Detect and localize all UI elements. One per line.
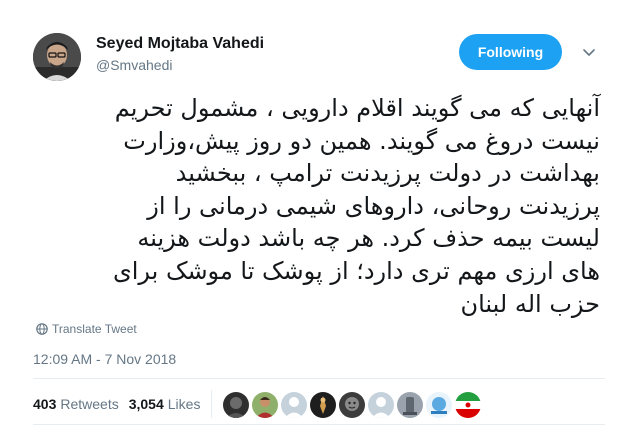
liker-avatar[interactable] [368, 392, 394, 418]
liker-avatar[interactable] [223, 392, 249, 418]
default-profile-icon [281, 392, 307, 418]
user-avatar-portrait-icon [252, 392, 278, 418]
retweets-count: 403 [33, 396, 57, 412]
author-avatar[interactable] [33, 33, 81, 81]
user-avatar-face-icon [339, 392, 365, 418]
divider [33, 378, 605, 379]
user-avatar-flag-icon [455, 392, 481, 418]
chevron-down-icon[interactable] [580, 44, 598, 62]
tweet-text-line: های ارزی مهم تری دارد؛ از پوشک تا موشک ب… [112, 256, 600, 285]
tweet-text-line: بهداشت در دولت پرزیدنت ترامپ ، ببخشید [175, 159, 600, 188]
tweet-text-line: حزب اله لبنان [460, 289, 600, 318]
liker-avatar[interactable] [310, 392, 336, 418]
translate-tweet-link[interactable]: Translate Tweet [36, 322, 137, 336]
liker-avatar[interactable] [426, 392, 452, 418]
author-photo-icon [33, 33, 81, 81]
likes-label: Likes [167, 396, 201, 412]
tweet-text-line: آنهایی که می گویند اقلام دارویی ، مشمول … [114, 94, 600, 122]
user-avatar-statue-icon [397, 392, 423, 418]
tweet-timestamp[interactable]: 12:09 AM - 7 Nov 2018 [33, 351, 176, 367]
user-avatar-blue-logo-icon [426, 392, 452, 418]
globe-icon [36, 323, 48, 335]
user-avatar-dark-figure-icon [310, 392, 336, 418]
user-avatar-dark-icon [223, 392, 249, 418]
default-profile-icon [368, 392, 394, 418]
divider [33, 424, 605, 425]
author-handle[interactable]: @Smvahedi [96, 57, 172, 73]
translate-tweet-label: Translate Tweet [52, 322, 137, 336]
following-button[interactable]: Following [459, 34, 562, 70]
stats-separator [211, 390, 212, 418]
tweet-text: آنهایی که می گویند اقلام دارویی ، مشمول … [30, 92, 600, 320]
retweets-stat[interactable]: 403 Retweets [33, 396, 119, 412]
liker-avatar[interactable] [397, 392, 423, 418]
tweet-stats: 403 Retweets 3,054 Likes [33, 396, 200, 412]
liker-avatar[interactable] [281, 392, 307, 418]
author-name[interactable]: Seyed Mojtaba Vahedi [96, 35, 264, 53]
tweet-text-line: پرزیدنت روحانی، داروهای شیمی درمانی را ا… [147, 191, 600, 220]
likes-count: 3,054 [128, 396, 164, 412]
liker-avatar[interactable] [339, 392, 365, 418]
tweet-text-line: لیست بیمه حذف کرد. هر چه باشد دولت هزینه [137, 224, 600, 253]
tweet-text-line: نیست دروغ می گویند. همین دو روز پیش،وزار… [123, 126, 600, 155]
liker-avatar[interactable] [455, 392, 481, 418]
likes-stat[interactable]: 3,054 Likes [129, 396, 201, 412]
liker-avatar[interactable] [252, 392, 278, 418]
retweets-label: Retweets [60, 396, 119, 412]
